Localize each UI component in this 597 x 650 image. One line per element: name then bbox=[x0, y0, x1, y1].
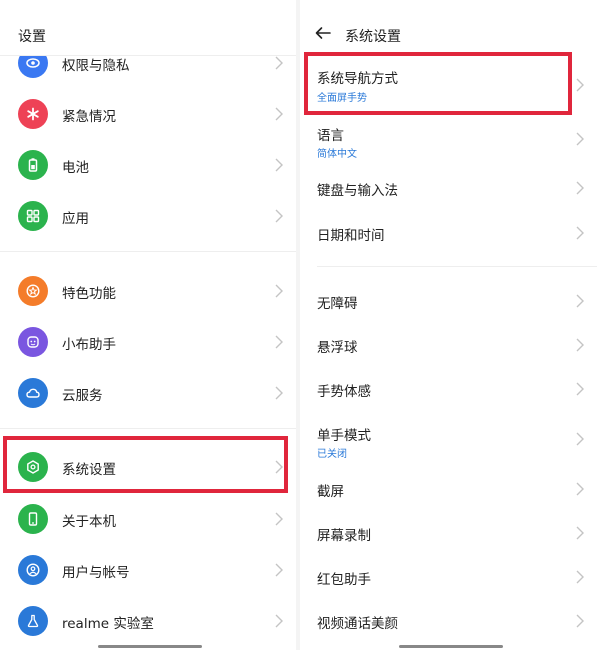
system-item-label: 视频通话美颜 bbox=[317, 616, 398, 632]
chevron-right-icon bbox=[575, 613, 585, 629]
system-item-label: 红包助手 bbox=[317, 572, 371, 588]
system-item-label: 屏幕录制 bbox=[317, 528, 371, 544]
settings-item-label: 用户与帐号 bbox=[62, 565, 130, 581]
settings-item-label: 权限与隐私 bbox=[62, 58, 130, 74]
settings-item-accounts[interactable]: 用户与帐号 bbox=[0, 545, 296, 595]
system-item-video-beauty[interactable]: 视频通话美颜 bbox=[300, 599, 597, 643]
chevron-right-icon bbox=[274, 106, 284, 122]
settings-item-emergency[interactable]: 紧急情况 bbox=[0, 89, 296, 139]
chevron-right-icon bbox=[575, 225, 585, 241]
emergency-asterisk-icon bbox=[18, 99, 48, 129]
lab-flask-icon bbox=[18, 606, 48, 636]
system-item-label: 语言 bbox=[317, 128, 344, 144]
settings-item-label: 紧急情况 bbox=[62, 109, 116, 125]
page-title: 设置 bbox=[18, 29, 46, 45]
chevron-right-icon bbox=[274, 283, 284, 299]
header-divider bbox=[0, 55, 296, 56]
settings-item-label: 关于本机 bbox=[62, 514, 116, 530]
system-item-accessibility[interactable]: 无障碍 bbox=[300, 279, 597, 323]
system-item-floating-ball[interactable]: 悬浮球 bbox=[300, 323, 597, 367]
settings-item-assistant[interactable]: 小布助手 bbox=[0, 317, 296, 367]
settings-item-label: 特色功能 bbox=[62, 286, 116, 302]
chevron-right-icon bbox=[575, 381, 585, 397]
assistant-icon bbox=[18, 327, 48, 357]
chevron-right-icon bbox=[575, 293, 585, 309]
settings-item-cloud[interactable]: 云服务 bbox=[0, 368, 296, 418]
settings-item-battery[interactable]: 电池 bbox=[0, 140, 296, 190]
section-divider bbox=[317, 266, 597, 267]
settings-item-system[interactable]: 系统设置 bbox=[0, 442, 296, 492]
section-divider bbox=[0, 428, 296, 429]
system-item-value: 全面屏手势 bbox=[317, 93, 367, 104]
chevron-right-icon bbox=[575, 131, 585, 147]
page-title: 系统设置 bbox=[345, 29, 401, 45]
system-hexagon-icon bbox=[18, 452, 48, 482]
chevron-right-icon bbox=[575, 569, 585, 585]
system-item-screenshot[interactable]: 截屏 bbox=[300, 467, 597, 511]
system-item-label: 单手模式 bbox=[317, 428, 371, 444]
settings-item-label: 小布助手 bbox=[62, 337, 116, 353]
chevron-right-icon bbox=[575, 77, 585, 93]
settings-item-label: 云服务 bbox=[62, 388, 103, 404]
settings-item-label: 应用 bbox=[62, 211, 89, 227]
system-settings-panel: 系统设置 系统导航方式 全面屏手势 语言 简体中文 键盘与输入法 日期和时间 无… bbox=[300, 0, 597, 650]
phone-icon bbox=[18, 504, 48, 534]
chevron-right-icon bbox=[274, 55, 284, 71]
chevron-right-icon bbox=[274, 613, 284, 629]
chevron-right-icon bbox=[274, 562, 284, 578]
settings-item-label: realme 实验室 bbox=[62, 616, 154, 632]
chevron-right-icon bbox=[575, 481, 585, 497]
settings-item-lab[interactable]: realme 实验室 bbox=[0, 596, 296, 646]
settings-item-label: 电池 bbox=[62, 160, 89, 176]
settings-panel: 设置 权限与隐私 设置 紧急情况 电池 应用 bbox=[0, 0, 296, 650]
chevron-right-icon bbox=[274, 334, 284, 350]
user-icon bbox=[18, 555, 48, 585]
settings-item-label: 系统设置 bbox=[62, 462, 116, 478]
back-arrow-icon[interactable] bbox=[314, 24, 332, 42]
system-item-label: 截屏 bbox=[317, 484, 344, 500]
section-divider bbox=[0, 251, 296, 252]
battery-icon bbox=[18, 150, 48, 180]
home-indicator bbox=[98, 645, 202, 648]
settings-item-apps[interactable]: 应用 bbox=[0, 191, 296, 241]
settings-item-features[interactable]: 特色功能 bbox=[0, 266, 296, 316]
chevron-right-icon bbox=[575, 431, 585, 447]
chevron-right-icon bbox=[575, 180, 585, 196]
system-item-label: 日期和时间 bbox=[317, 228, 385, 244]
chevron-right-icon bbox=[575, 525, 585, 541]
system-item-label: 无障碍 bbox=[317, 296, 358, 312]
system-item-red-envelope[interactable]: 红包助手 bbox=[300, 555, 597, 599]
system-item-gestures[interactable]: 手势体感 bbox=[300, 367, 597, 411]
chevron-right-icon bbox=[575, 337, 585, 353]
home-indicator bbox=[399, 645, 503, 648]
system-item-value: 简体中文 bbox=[317, 149, 357, 160]
chevron-right-icon bbox=[274, 511, 284, 527]
system-item-language[interactable]: 语言 简体中文 bbox=[300, 114, 597, 164]
settings-item-about[interactable]: 关于本机 bbox=[0, 494, 296, 544]
system-item-label: 键盘与输入法 bbox=[317, 183, 398, 199]
cloud-icon bbox=[18, 378, 48, 408]
system-item-label: 悬浮球 bbox=[317, 340, 358, 356]
system-item-label: 手势体感 bbox=[317, 384, 371, 400]
system-item-date-time[interactable]: 日期和时间 bbox=[300, 211, 597, 255]
apps-grid-icon bbox=[18, 201, 48, 231]
chevron-right-icon bbox=[274, 208, 284, 224]
system-item-value: 已关闭 bbox=[317, 449, 347, 460]
system-item-one-hand-mode[interactable]: 单手模式 已关闭 bbox=[300, 414, 597, 464]
chevron-right-icon bbox=[274, 459, 284, 475]
chevron-right-icon bbox=[274, 385, 284, 401]
system-item-keyboard[interactable]: 键盘与输入法 bbox=[300, 166, 597, 210]
star-badge-icon bbox=[18, 276, 48, 306]
chevron-right-icon bbox=[274, 157, 284, 173]
system-item-navigation[interactable]: 系统导航方式 全面屏手势 bbox=[300, 56, 597, 114]
system-item-screen-record[interactable]: 屏幕录制 bbox=[300, 511, 597, 555]
system-item-label: 系统导航方式 bbox=[317, 71, 398, 87]
